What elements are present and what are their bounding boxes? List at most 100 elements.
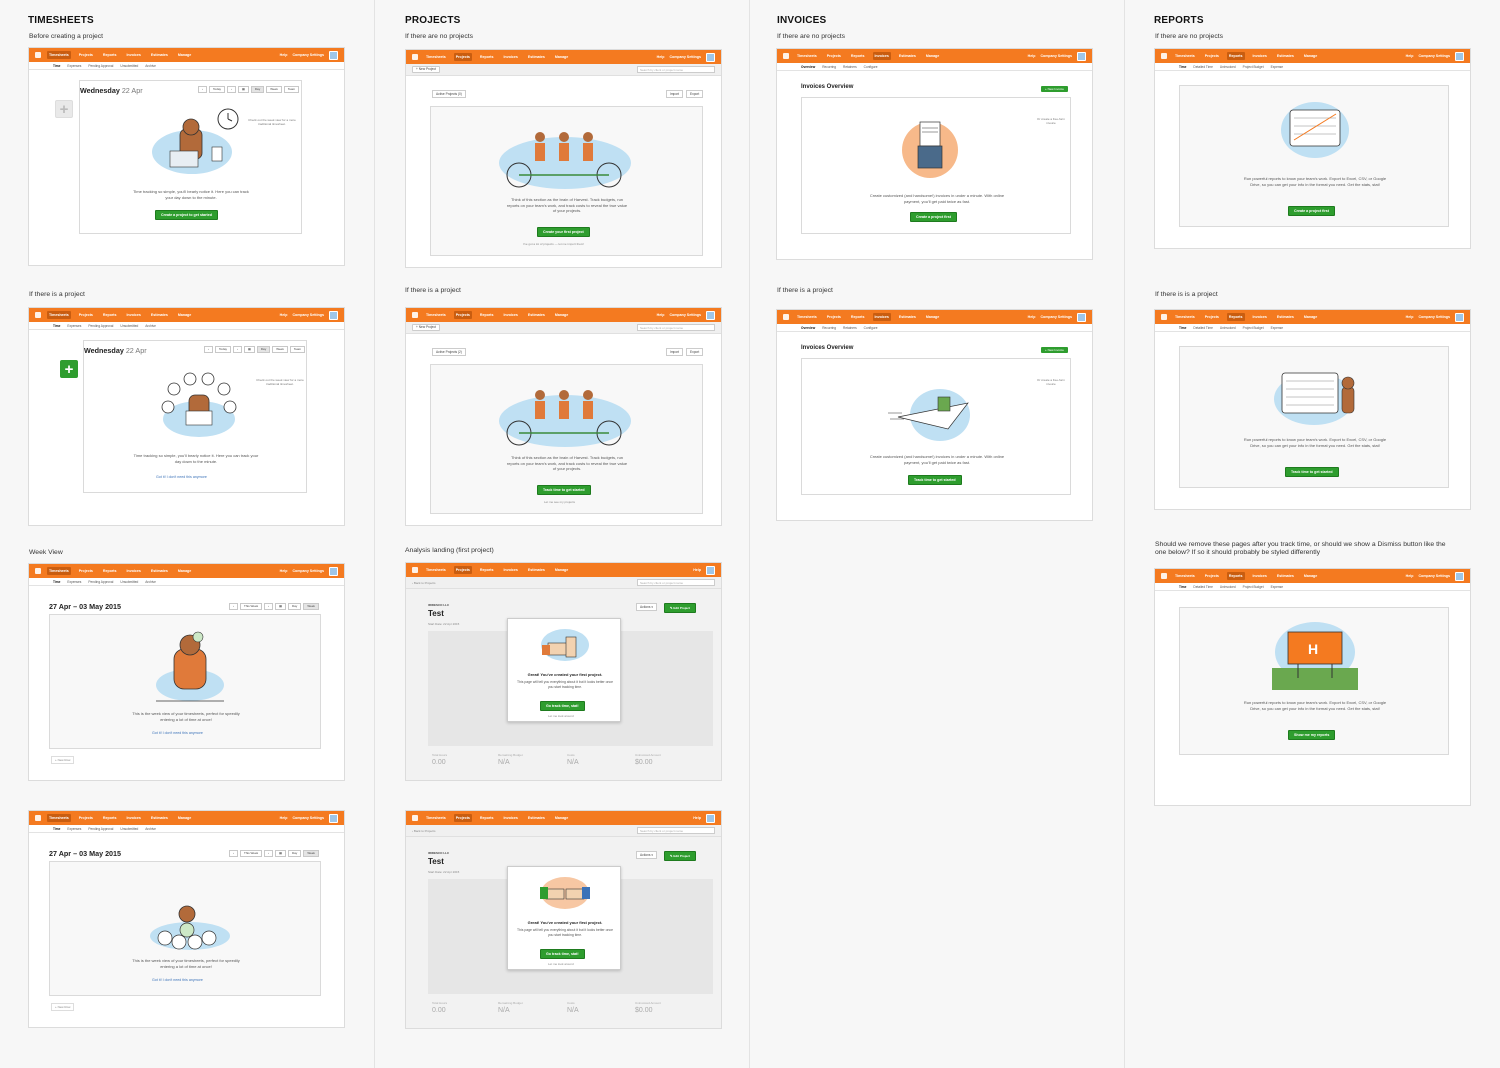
nav-company-settings[interactable]: Company Settings	[1418, 574, 1450, 578]
nav-projects[interactable]: Projects	[453, 566, 472, 574]
search-input[interactable]: Search by client or project name	[637, 827, 715, 834]
nav-estimates[interactable]: Estimates	[149, 814, 170, 822]
nav-reports[interactable]: Reports	[1226, 52, 1245, 60]
tab-unsubmitted[interactable]: Unsubmitted	[120, 580, 138, 584]
nav-help[interactable]: Help	[280, 313, 288, 317]
create-project-first-button[interactable]: Create a project first	[910, 212, 957, 222]
nav-company-settings[interactable]: Company Settings	[1040, 54, 1072, 58]
nav-timesheets[interactable]: Timesheets	[1173, 313, 1197, 321]
nav-invoices[interactable]: Invoices	[125, 311, 143, 319]
avatar[interactable]	[706, 52, 715, 62]
week-button[interactable]: Week	[303, 850, 319, 857]
tab-expense[interactable]: Expense	[1271, 585, 1283, 589]
nav-timesheets[interactable]: Timesheets	[424, 311, 448, 319]
export-button[interactable]: Export	[686, 90, 704, 98]
home-icon[interactable]	[35, 312, 41, 318]
next-button[interactable]: ›	[264, 850, 274, 857]
nav-projects[interactable]: Projects	[1203, 313, 1221, 321]
home-icon[interactable]	[412, 312, 418, 318]
avatar[interactable]	[706, 310, 715, 320]
today-button[interactable]: Today	[209, 86, 226, 93]
nav-projects[interactable]: Projects	[77, 51, 95, 59]
search-input[interactable]: Search by client or project name	[637, 579, 715, 586]
nav-estimates[interactable]: Estimates	[149, 311, 170, 319]
this-week-button[interactable]: This Week	[240, 603, 263, 610]
tab-unsubmitted[interactable]: Unsubmitted	[120, 64, 138, 68]
dismiss-link[interactable]: Got it! I don't need this anymore	[152, 731, 203, 735]
new-project-button[interactable]: + New Project	[412, 65, 440, 74]
track-time-button[interactable]: Track time to get started	[537, 485, 591, 495]
calendar-icon[interactable]: ▦	[244, 346, 255, 353]
tab-pending[interactable]: Pending Approval	[88, 64, 113, 68]
home-icon[interactable]	[35, 568, 41, 574]
track-time-button[interactable]: Track time to get started	[908, 475, 962, 485]
nav-manage[interactable]: Manage	[176, 567, 193, 575]
nav-reports[interactable]: Reports	[849, 313, 867, 321]
nav-company-settings[interactable]: Company Settings	[292, 816, 324, 820]
nav-invoices[interactable]: Invoices	[502, 814, 520, 822]
go-track-time-button[interactable]: Go track time, stat!	[540, 949, 585, 959]
nav-timesheets[interactable]: Timesheets	[47, 814, 71, 822]
next-button[interactable]: ›	[227, 86, 237, 93]
nav-reports[interactable]: Reports	[478, 814, 496, 822]
avatar[interactable]	[1455, 571, 1464, 581]
avatar[interactable]	[706, 813, 715, 823]
dismiss-link[interactable]: Got it! I don't need this anymore	[152, 978, 203, 982]
new-invoice-button[interactable]: + New Invoice	[1041, 347, 1068, 353]
nav-invoices[interactable]: Invoices	[1251, 313, 1269, 321]
nav-company-settings[interactable]: Company Settings	[669, 313, 701, 317]
nav-timesheets[interactable]: Timesheets	[47, 567, 71, 575]
go-track-time-button[interactable]: Go track time, stat!	[540, 701, 585, 711]
tab-detailed-time[interactable]: Detailed Time	[1193, 326, 1213, 330]
team-button[interactable]: Team	[289, 346, 306, 353]
tab-unsubmitted[interactable]: Unsubmitted	[120, 827, 138, 831]
nav-timesheets[interactable]: Timesheets	[47, 51, 71, 59]
nav-company-settings[interactable]: Company Settings	[1040, 315, 1072, 319]
tab-archive[interactable]: Archive	[145, 64, 156, 68]
home-icon[interactable]	[412, 815, 418, 821]
nav-reports[interactable]: Reports	[101, 311, 119, 319]
see-projects-link[interactable]: Let me see my projects	[544, 500, 575, 504]
nav-company-settings[interactable]: Company Settings	[292, 569, 324, 573]
avatar[interactable]	[329, 813, 338, 823]
tab-time[interactable]: Time	[1179, 65, 1186, 69]
prev-button[interactable]: ‹	[229, 603, 238, 610]
nav-estimates[interactable]: Estimates	[897, 52, 918, 60]
tab-time[interactable]: Time	[53, 64, 60, 68]
tab-expense[interactable]: Expense	[1271, 65, 1283, 69]
nav-timesheets[interactable]: Timesheets	[795, 52, 819, 60]
nav-company-settings[interactable]: Company Settings	[292, 53, 324, 57]
avatar[interactable]	[329, 310, 338, 320]
nav-help[interactable]: Help	[280, 53, 288, 57]
day-button[interactable]: Day	[250, 86, 265, 93]
nav-help[interactable]: Help	[280, 816, 288, 820]
tab-pending[interactable]: Pending Approval	[88, 827, 113, 831]
tab-archive[interactable]: Archive	[145, 580, 156, 584]
nav-reports[interactable]: Reports	[1226, 572, 1245, 580]
nav-invoices[interactable]: Invoices	[125, 51, 143, 59]
day-button[interactable]: Day	[287, 603, 302, 610]
week-button[interactable]: Week	[303, 603, 319, 610]
nav-estimates[interactable]: Estimates	[149, 567, 170, 575]
avatar[interactable]	[706, 565, 715, 575]
track-time-button[interactable]: Track time to get started	[1285, 467, 1339, 477]
look-around-link[interactable]: Let me look around	[548, 962, 574, 966]
tab-archive[interactable]: Archive	[145, 827, 156, 831]
nav-invoices[interactable]: Invoices	[125, 814, 143, 822]
nav-projects[interactable]: Projects	[453, 814, 472, 822]
tab-unsubmitted[interactable]: Unsubmitted	[120, 324, 138, 328]
new-row-button[interactable]: + New Row	[51, 1003, 75, 1011]
next-button[interactable]: ›	[264, 603, 274, 610]
home-icon[interactable]	[783, 314, 789, 320]
nav-timesheets[interactable]: Timesheets	[1173, 52, 1197, 60]
nav-company-settings[interactable]: Company Settings	[292, 313, 324, 317]
create-project-button[interactable]: Create a project to get started	[155, 210, 218, 220]
calendar-icon[interactable]: ▦	[275, 850, 286, 857]
nav-company-settings[interactable]: Company Settings	[1418, 54, 1450, 58]
nav-help[interactable]: Help	[1406, 315, 1414, 319]
home-icon[interactable]	[35, 815, 41, 821]
nav-timesheets[interactable]: Timesheets	[424, 53, 448, 61]
nav-invoices[interactable]: Invoices	[502, 311, 520, 319]
nav-manage[interactable]: Manage	[924, 313, 941, 321]
home-icon[interactable]	[412, 54, 418, 60]
